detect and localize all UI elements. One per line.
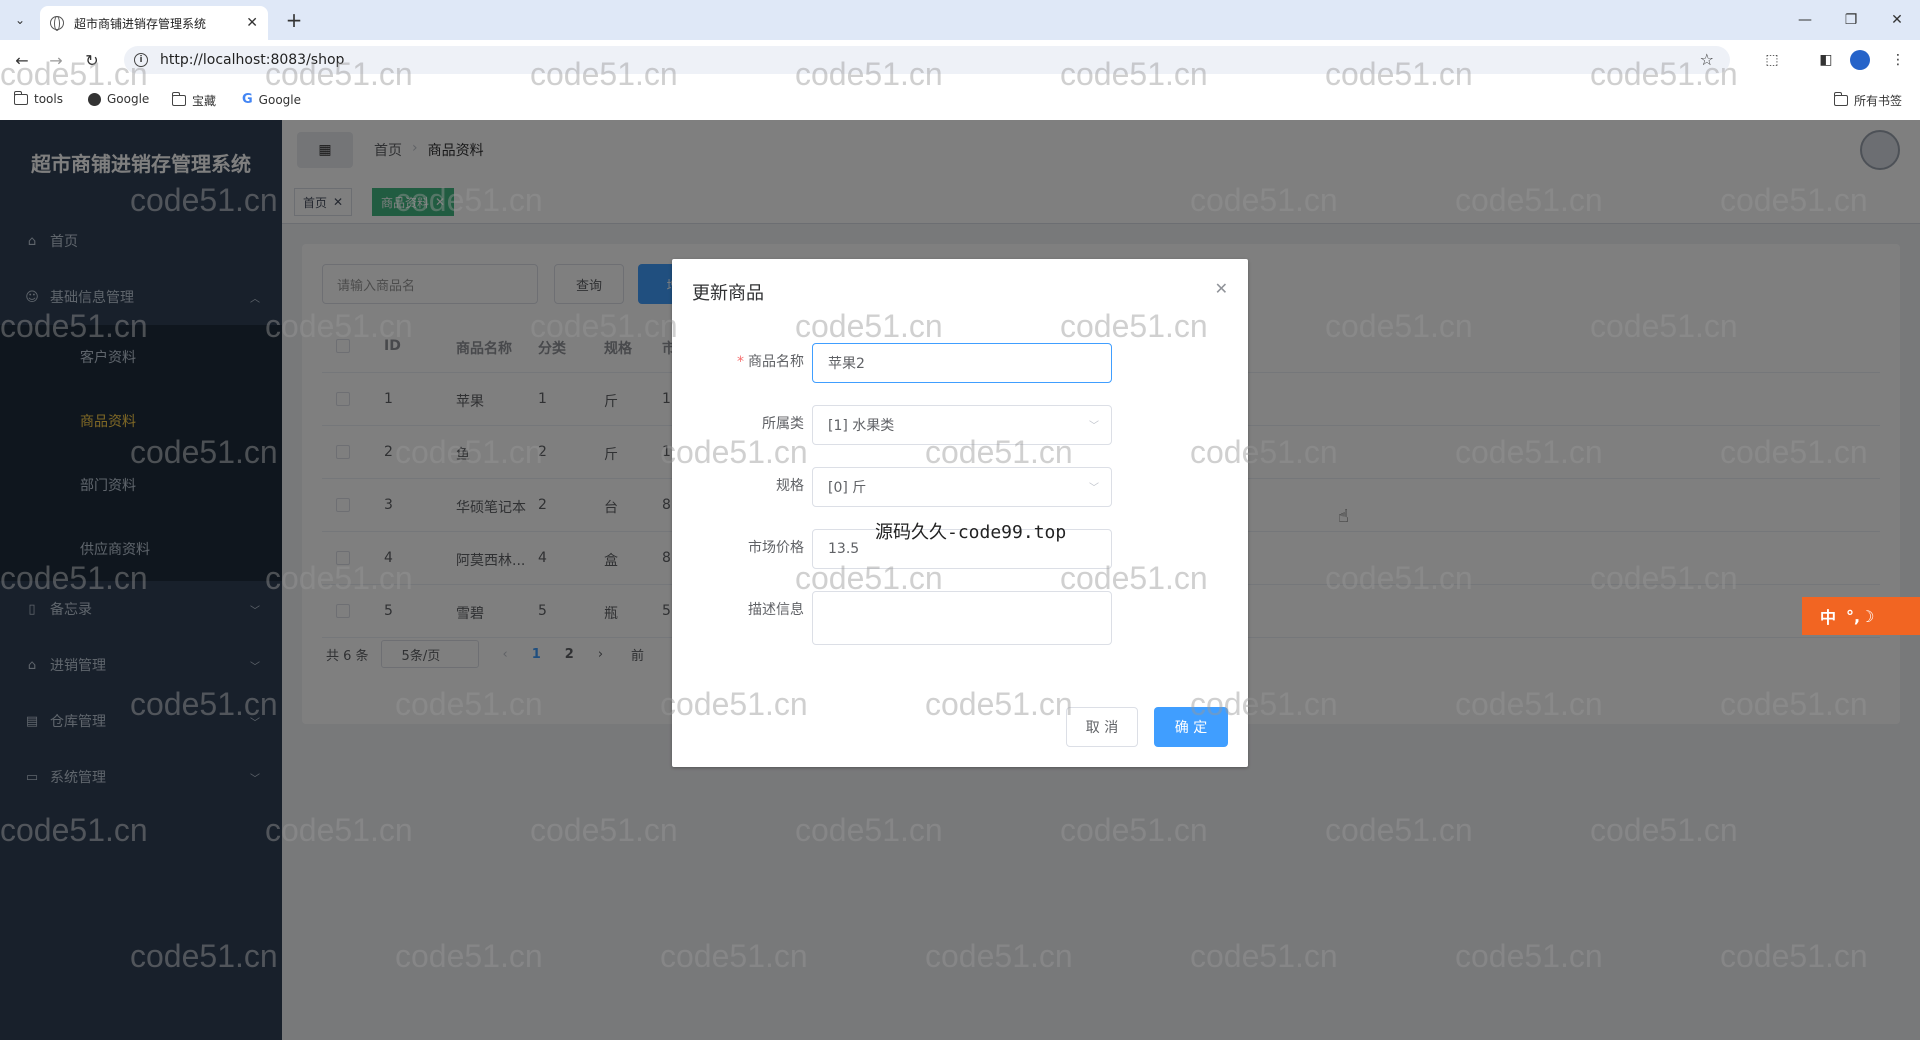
update-product-dialog: 更新商品 ✕ * 商品名称 苹果2 所属类 [1] 水果类 ﹀ 规格 [0] 斤 … — [672, 259, 1248, 767]
category-select[interactable]: [1] 水果类 ﹀ — [812, 405, 1112, 445]
url-bar[interactable]: i http://localhost:8083/shop ☆ — [124, 46, 1730, 74]
folder-icon — [171, 92, 186, 106]
browser-menu-icon[interactable]: ⋮ — [1888, 50, 1908, 70]
dialog-close-icon[interactable]: ✕ — [1215, 279, 1228, 298]
back-icon[interactable]: ← — [10, 48, 34, 72]
description-label: 描述信息 — [748, 602, 804, 618]
price-label: 市场价格 — [748, 540, 804, 556]
bookmark-star-icon[interactable]: ☆ — [1700, 50, 1714, 69]
site-info-icon[interactable]: i — [134, 53, 148, 67]
globe-icon — [50, 16, 64, 31]
all-bookmarks[interactable]: 所有书签 — [1833, 92, 1902, 109]
globe-icon — [88, 92, 101, 106]
required-mark: * — [737, 354, 744, 370]
bookmark-google-2[interactable]: G Google — [242, 92, 301, 107]
source-watermark: 源码久久-code99.top — [875, 522, 1067, 543]
dialog-title: 更新商品 — [692, 283, 764, 304]
restore-icon[interactable]: ❐ — [1836, 8, 1866, 32]
confirm-button[interactable]: 确 定 — [1154, 707, 1228, 747]
ime-toolbar[interactable]: 中 °,☽ — [1802, 597, 1920, 635]
tab-search-chevron-icon[interactable]: ⌄ — [8, 8, 32, 32]
folder-icon — [13, 90, 28, 105]
ime-mode-label: 中 — [1820, 608, 1837, 627]
product-name-input[interactable]: 苹果2 — [812, 343, 1112, 383]
bookmark-treasure[interactable]: 宝藏 — [171, 92, 216, 109]
url-text: http://localhost:8083/shop — [160, 52, 345, 68]
forward-icon[interactable]: → — [44, 48, 68, 72]
chevron-down-icon: ﹀ — [1089, 421, 1099, 432]
chevron-down-icon: ﹀ — [1089, 483, 1099, 494]
category-label: 所属类 — [762, 416, 804, 432]
name-label: * 商品名称 — [737, 354, 804, 370]
address-bar-row: ← → ↻ i http://localhost:8083/shop ☆ ⬚ ◧… — [0, 40, 1920, 80]
minimize-icon[interactable]: — — [1790, 8, 1820, 32]
tab-close-icon[interactable]: ✕ — [246, 15, 258, 31]
ime-symbols: °,☽ — [1846, 606, 1875, 626]
bookmark-google-1[interactable]: Google — [88, 92, 149, 106]
side-panel-icon[interactable]: ◧ — [1816, 50, 1836, 70]
new-tab-icon[interactable]: + — [282, 8, 306, 32]
google-icon: G — [242, 92, 253, 107]
tab-title: 超市商铺进销存管理系统 — [74, 16, 207, 31]
window-close-icon[interactable]: ✕ — [1882, 8, 1912, 32]
reload-icon[interactable]: ↻ — [80, 48, 104, 72]
description-textarea[interactable] — [812, 591, 1112, 645]
spec-select[interactable]: [0] 斤 ﹀ — [812, 467, 1112, 507]
extensions-icon[interactable]: ⬚ — [1762, 50, 1782, 70]
hand-cursor-icon: ☝ — [1338, 506, 1349, 527]
bookmark-tools[interactable]: tools — [13, 90, 63, 106]
browser-tab[interactable]: 超市商铺进销存管理系统 ✕ — [40, 6, 268, 40]
spec-label: 规格 — [776, 478, 804, 494]
browser-tab-bar: ⌄ 超市商铺进销存管理系统 ✕ + — ❐ ✕ — [0, 0, 1920, 40]
bookmarks-bar: tools Google 宝藏 G Google 所有书签 — [0, 80, 1920, 120]
profile-avatar[interactable] — [1850, 50, 1870, 70]
cancel-button[interactable]: 取 消 — [1066, 707, 1138, 747]
folder-icon — [1833, 92, 1848, 106]
